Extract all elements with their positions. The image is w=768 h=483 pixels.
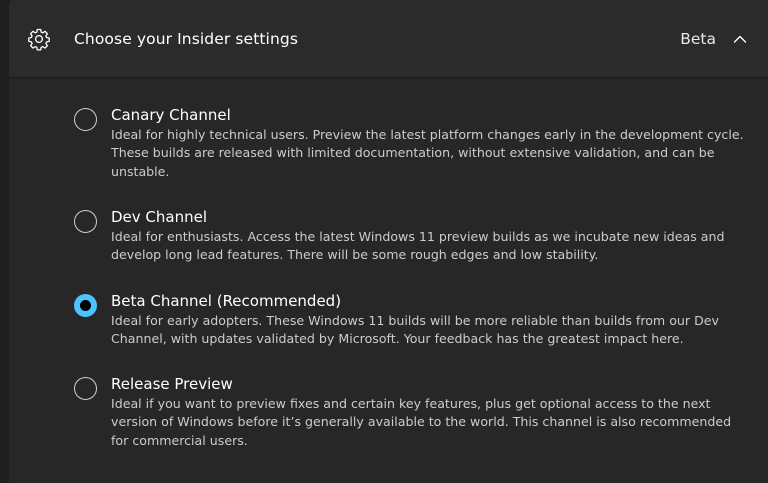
option-description: Ideal if you want to preview fixes and c… [111,396,732,448]
current-channel-value: Beta [680,30,716,48]
channel-options: Canary Channel Ideal for highly technica… [9,79,768,483]
option-release-preview[interactable]: Release Preview Ideal if you want to pre… [9,372,768,452]
radio-canary-channel[interactable] [74,108,97,131]
option-title: Canary Channel [111,106,231,124]
insider-settings-panel: Choose your Insider settings Beta Canary… [9,0,768,483]
page-title: Choose your Insider settings [74,30,298,48]
option-title: Release Preview [111,375,233,393]
insider-settings-header[interactable]: Choose your Insider settings Beta [9,0,768,78]
radio-beta-channel[interactable] [74,294,97,317]
option-dev-channel[interactable]: Dev Channel Ideal for enthusiasts. Acces… [9,205,768,267]
option-title: Dev Channel [111,208,208,226]
option-description: Ideal for highly technical users. Previe… [111,127,744,179]
option-description: Ideal for enthusiasts. Access the latest… [111,229,725,263]
option-beta-channel[interactable]: Beta Channel (Recommended) Ideal for ear… [9,289,768,351]
option-description: Ideal for early adopters. These Windows … [111,313,719,347]
gear-icon [28,28,50,51]
chevron-up-icon[interactable] [732,31,748,47]
radio-dev-channel[interactable] [74,210,97,233]
option-title: Beta Channel (Recommended) [111,292,342,310]
option-canary-channel[interactable]: Canary Channel Ideal for highly technica… [9,103,768,183]
radio-release-preview[interactable] [74,377,97,400]
